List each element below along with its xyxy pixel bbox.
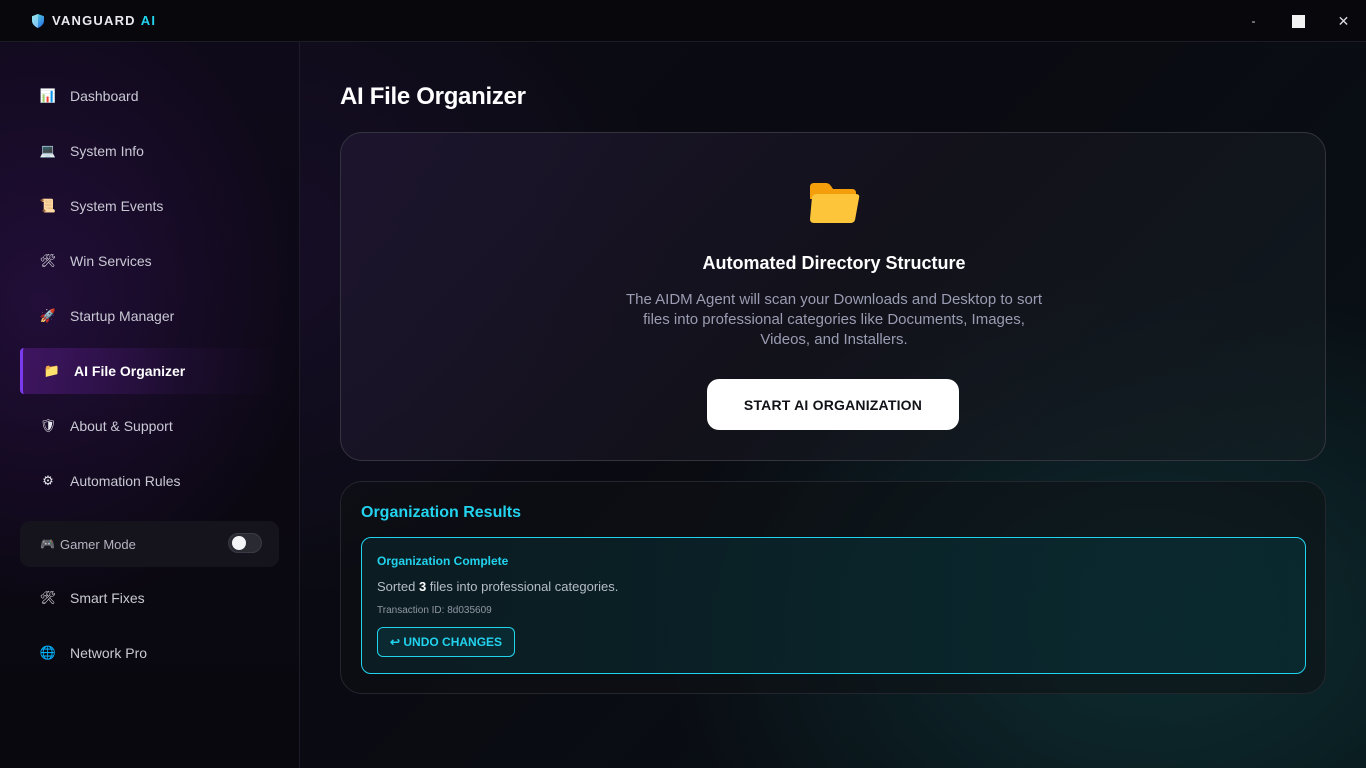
globe-icon: 🌐	[39, 645, 57, 660]
toggle-knob	[232, 536, 246, 550]
brand-accent: AI	[140, 13, 157, 28]
sorted-count: 3	[418, 579, 427, 594]
sidebar-item-label: System Info	[70, 143, 144, 159]
maximize-icon	[1292, 14, 1305, 28]
sidebar-item-label: AI File Organizer	[74, 363, 186, 379]
page-title: AI File Organizer	[340, 83, 526, 110]
card-description: The AIDM Agent will scan your Downloads …	[625, 291, 1043, 348]
sidebar-item-about-support[interactable]: 🛡 About & Support	[20, 403, 278, 449]
organizer-card: Automated Directory Structure The AIDM A…	[340, 132, 1326, 461]
sidebar-item-win-services[interactable]: 🛠 Win Services	[20, 238, 278, 284]
sidebar-item-label: Automation Rules	[70, 473, 181, 489]
tools-icon: 🛠	[39, 253, 57, 268]
title-bar: VANGUARD AI - ✕	[0, 0, 1366, 42]
gamer-mode-label: Gamer Mode	[60, 536, 136, 552]
tools-icon: 🛠	[39, 590, 57, 605]
results-panel: Organization Results Organization Comple…	[340, 481, 1326, 694]
gamer-mode-panel: 🎮 Gamer Mode	[20, 521, 279, 567]
shield-icon: 🛡	[39, 418, 57, 433]
brand-name: VANGUARD	[52, 13, 136, 28]
sidebar-item-dashboard[interactable]: 📊 Dashboard	[20, 73, 278, 119]
gamer-mode-toggle[interactable]	[228, 533, 262, 553]
bar-chart-icon: 📊	[39, 88, 57, 103]
sidebar-item-label: About & Support	[70, 418, 173, 434]
sidebar-item-startup-manager[interactable]: 🚀 Startup Manager	[20, 293, 278, 339]
status-title: Organization Complete	[377, 554, 509, 568]
sidebar-item-system-events[interactable]: 📜 System Events	[20, 183, 278, 229]
sorted-suffix: files into professional categories.	[429, 579, 619, 594]
minimize-button[interactable]: -	[1231, 0, 1276, 42]
close-button[interactable]: ✕	[1321, 0, 1366, 42]
sidebar-item-network-pro[interactable]: 🌐 Network Pro	[20, 630, 278, 676]
rocket-icon: 🚀	[39, 308, 57, 323]
sidebar: 📊 Dashboard 💻 System Info 📜 System Event…	[0, 42, 300, 768]
sidebar-item-automation-rules[interactable]: ⚙ Automation Rules	[20, 458, 278, 504]
result-box: Organization Complete Sorted 3 files int…	[361, 537, 1306, 674]
transaction-id: Transaction ID: 8d035609	[377, 605, 492, 616]
start-ai-organization-button[interactable]: START AI ORGANIZATION	[707, 379, 959, 430]
app-brand: VANGUARD AI	[32, 13, 156, 28]
sidebar-item-label: Network Pro	[70, 645, 148, 661]
results-title: Organization Results	[361, 504, 522, 521]
window-controls: - ✕	[1231, 0, 1366, 42]
folder-icon: 📁	[43, 363, 61, 378]
sorted-summary: Sorted 3 files into professional categor…	[377, 579, 618, 594]
sidebar-item-label: Win Services	[70, 253, 152, 269]
sidebar-item-label: Smart Fixes	[70, 590, 145, 606]
sidebar-item-smart-fixes[interactable]: 🛠 Smart Fixes	[20, 575, 278, 621]
laptop-icon: 💻	[39, 143, 57, 158]
gear-icon: ⚙	[42, 473, 54, 488]
undo-changes-button[interactable]: ↩ UNDO CHANGES	[377, 627, 515, 657]
scroll-icon: 📜	[39, 198, 57, 213]
sidebar-item-ai-file-organizer[interactable]: 📁 AI File Organizer	[20, 348, 278, 394]
sidebar-item-label: Dashboard	[70, 88, 139, 104]
card-title: Automated Directory Structure	[702, 253, 966, 273]
sidebar-item-label: System Events	[70, 198, 164, 214]
sorted-prefix: Sorted	[377, 579, 416, 594]
sidebar-item-system-info[interactable]: 💻 System Info	[20, 128, 278, 174]
sidebar-item-label: Startup Manager	[70, 308, 175, 324]
gamepad-icon: 🎮	[40, 537, 55, 551]
folder-icon	[810, 183, 860, 223]
shield-logo-icon	[32, 13, 44, 28]
maximize-button[interactable]	[1276, 0, 1321, 42]
main-content: AI File Organizer Automated Directory St…	[300, 42, 1366, 768]
